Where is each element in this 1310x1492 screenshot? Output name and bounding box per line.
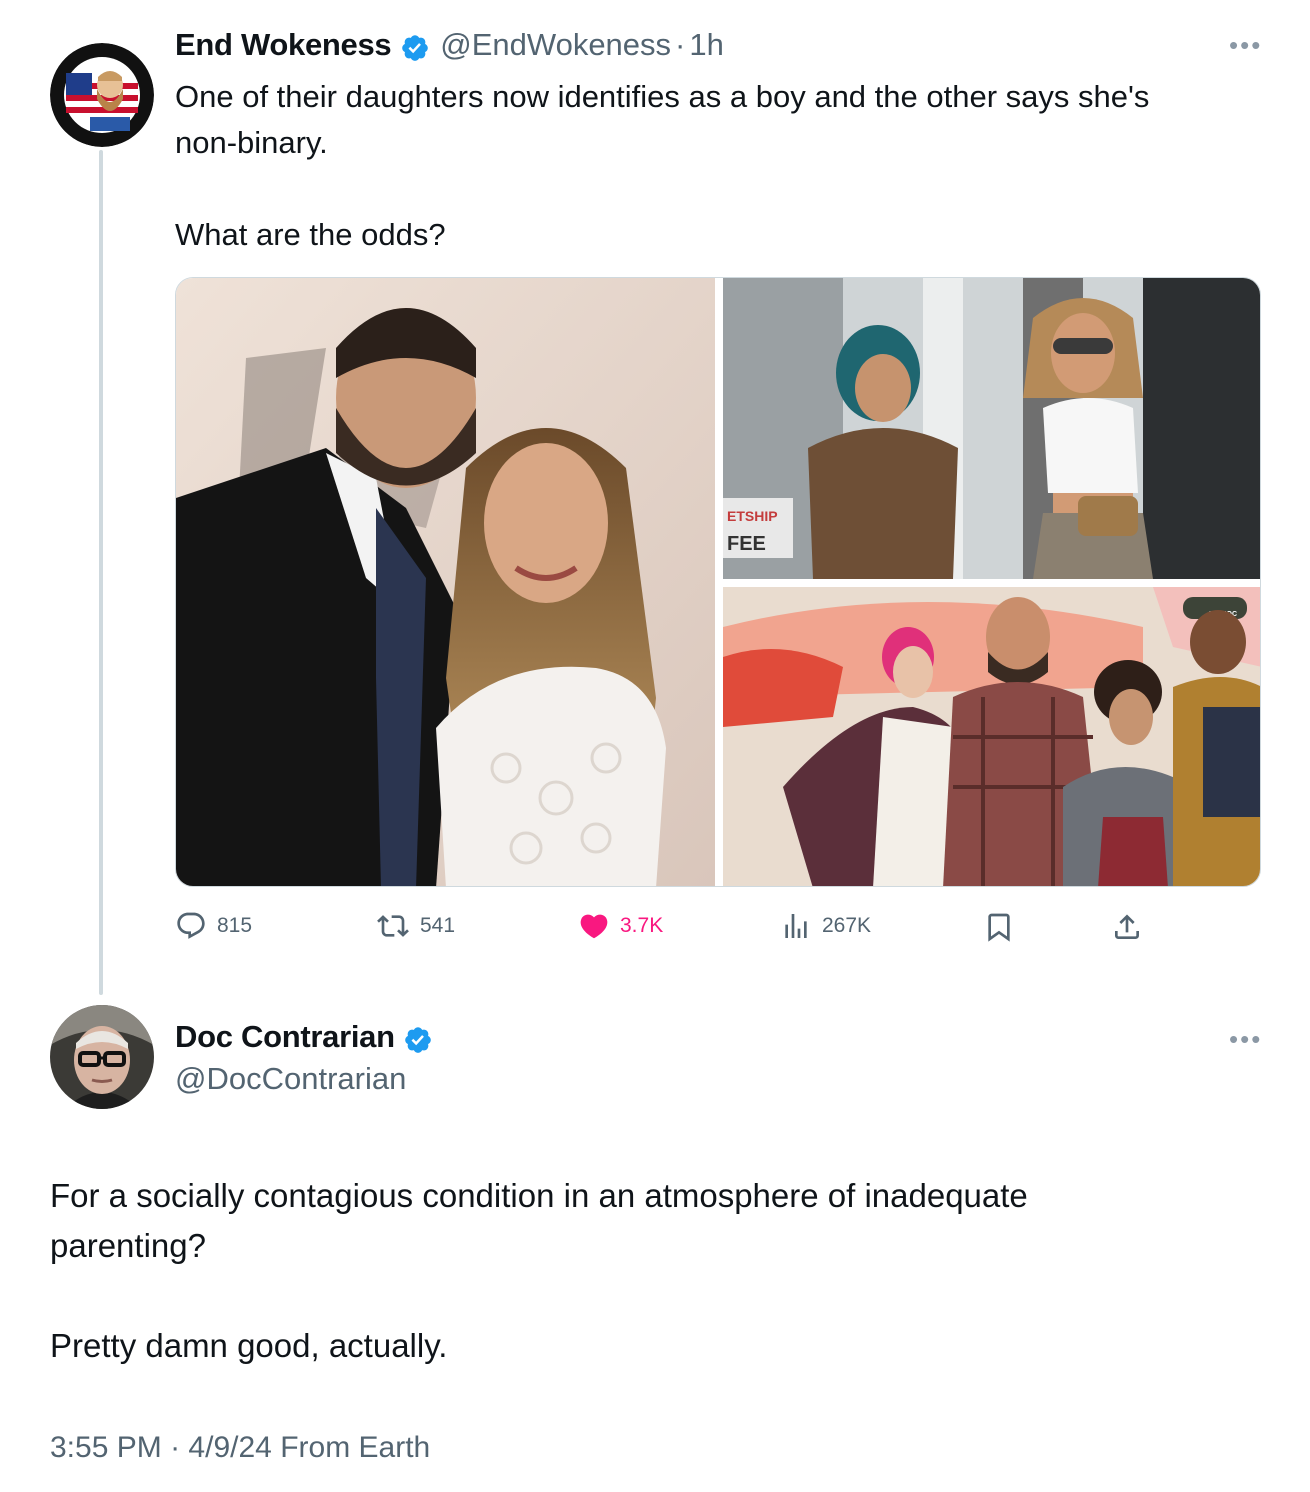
reply-timestamp[interactable]: 3:55 PM <box>50 1431 162 1464</box>
end-wokeness-avatar[interactable] <box>50 43 154 147</box>
bookmark-icon <box>988 913 1010 942</box>
reply-tweet-text: For a socially contagious condition in a… <box>50 1177 1028 1364</box>
header-separator: · <box>675 27 686 62</box>
more-icon[interactable]: ••• <box>1229 32 1262 58</box>
original-tweet-text: One of their daughters now identifies as… <box>175 79 1150 252</box>
heart-icon <box>580 914 608 939</box>
meta-separator: · <box>170 1431 181 1464</box>
share-icon <box>1115 914 1139 939</box>
repost-icon <box>377 915 409 937</box>
reply-author-handle[interactable]: @DocContrarian <box>175 1061 406 1097</box>
media-grid: ETSHIP FEE <box>175 277 1261 887</box>
tweet-time[interactable]: 1h <box>689 27 723 62</box>
thread-connector-line <box>99 150 103 995</box>
author-handle[interactable]: @EndWokeness <box>440 27 671 62</box>
reply-source: From Earth <box>280 1431 431 1464</box>
views-icon <box>785 914 807 938</box>
reply-tweet-header: Doc Contrarian <box>175 1019 433 1060</box>
media-photo-street-2[interactable]: LO MOC <box>723 587 1260 886</box>
sign-line-1: ETSHIP <box>727 508 778 524</box>
media-photo-street-1[interactable]: ETSHIP FEE <box>723 278 1260 579</box>
original-tweet-header: End Wokeness @EndWokeness · 1h <box>175 27 724 63</box>
reply-action[interactable]: 815 <box>175 910 252 942</box>
bookmark-action[interactable] <box>983 910 1015 944</box>
verified-badge-icon <box>403 1025 433 1060</box>
author-name[interactable]: End Wokeness <box>175 27 392 62</box>
reply-icon <box>177 912 205 939</box>
sign-line-2: FEE <box>727 533 766 555</box>
reply-author-name[interactable]: Doc Contrarian <box>175 1019 395 1054</box>
verified-badge-icon <box>400 33 430 68</box>
doc-contrarian-avatar[interactable] <box>50 1005 154 1109</box>
views-action[interactable]: 267K <box>780 910 871 942</box>
reply-count: 815 <box>217 914 253 937</box>
share-action[interactable] <box>1111 910 1143 944</box>
reply-date[interactable]: 4/9/24 <box>188 1431 271 1464</box>
media-photo-couple[interactable] <box>176 278 715 886</box>
repost-action[interactable]: 541 <box>376 910 455 942</box>
repost-count: 541 <box>420 914 456 937</box>
reply-tweet-meta: 3:55 PM · 4/9/24 From Earth <box>50 1431 430 1465</box>
like-action[interactable]: 3.7K <box>578 910 663 942</box>
like-count: 3.7K <box>620 914 664 937</box>
views-count: 267K <box>822 914 872 937</box>
more-icon[interactable]: ••• <box>1229 1026 1262 1052</box>
